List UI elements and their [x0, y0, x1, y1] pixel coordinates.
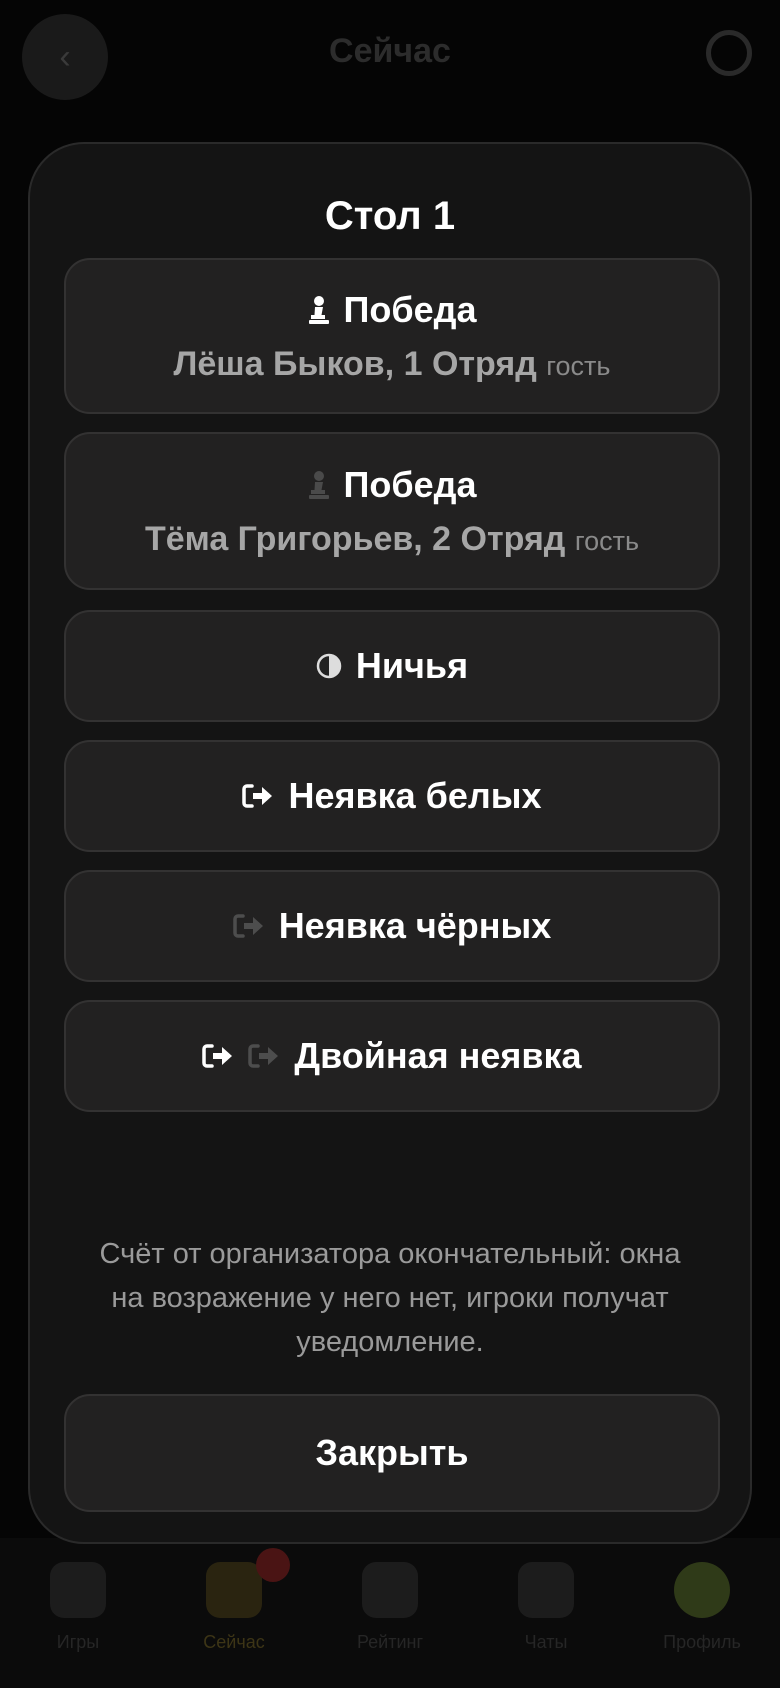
option-label: Победа [343, 288, 477, 330]
organizer-note: Счёт от организатора окончательный: окна… [99, 1238, 681, 1358]
screen: ‹ Сейчас Игры Сейчас Рейтинг Чаты Профил… [0, 0, 780, 1688]
option-header: Неявка белых [242, 775, 542, 817]
exit-white-icon [242, 783, 274, 809]
option-header: Неявка чёрных [232, 905, 552, 947]
option-header: Победа [308, 464, 477, 506]
nav-item-games: Игры [8, 1562, 148, 1653]
gear-icon [706, 30, 752, 76]
black-forfeit-button[interactable]: Неявка чёрных [64, 870, 720, 982]
double-forfeit-button[interactable]: Двойная неявка [64, 1000, 720, 1112]
result-modal: Стол 1 Победа Лёша Быков, 1 Отряд гость … [28, 142, 752, 1544]
nav-item-profile: Профиль [632, 1562, 772, 1653]
player-line: Лёша Быков, 1 Отряд гость [174, 345, 611, 384]
trophy-icon [362, 1562, 418, 1618]
player-name: Лёша Быков, 1 Отряд [173, 344, 537, 383]
option-label: Неявка белых [288, 775, 542, 816]
guest-tag: гость [546, 350, 611, 381]
white-win-button[interactable]: Победа Лёша Быков, 1 Отряд гость [64, 258, 720, 414]
nav-label: Профиль [663, 1632, 741, 1652]
nav-item-rating: Рейтинг [320, 1562, 460, 1653]
option-label: Победа [343, 463, 477, 505]
black-pawn-icon [308, 470, 330, 500]
player-name: Тёма Григорьев, 2 Отряд [144, 519, 566, 558]
modal-title: Стол 1 [324, 194, 456, 238]
nav-label: Сейчас [203, 1632, 265, 1652]
background-header: ‹ Сейчас [0, 0, 780, 110]
nav-label: Игры [56, 1632, 100, 1652]
double-exit-icon [202, 1043, 280, 1069]
pawn-icon [50, 1562, 106, 1618]
option-header: Победа [308, 289, 477, 331]
option-label: Двойная неявка [294, 1035, 582, 1076]
nav-label: Чаты [524, 1632, 568, 1652]
black-win-button[interactable]: Победа Тёма Григорьев, 2 Отряд гость [64, 432, 720, 590]
background-title: Сейчас [329, 32, 451, 70]
draw-button[interactable]: Ничья [64, 610, 720, 722]
player-line: Тёма Григорьев, 2 Отряд гость [145, 520, 639, 559]
guest-tag: гость [574, 525, 640, 556]
white-forfeit-button[interactable]: Неявка белых [64, 740, 720, 852]
option-label: Ничья [355, 645, 469, 686]
nav-label: Рейтинг [356, 1632, 424, 1652]
option-header: Двойная неявка [202, 1035, 582, 1077]
avatar [674, 1562, 730, 1618]
white-pawn-icon [308, 295, 330, 325]
chat-icon [518, 1562, 574, 1618]
background-bottom-nav: Игры Сейчас Рейтинг Чаты Профиль [0, 1538, 780, 1688]
option-header: Ничья [316, 645, 468, 687]
option-label: Неявка чёрных [278, 905, 552, 946]
clock-icon [206, 1562, 262, 1618]
half-circle-icon [316, 653, 342, 679]
close-button[interactable]: Закрыть [64, 1394, 720, 1512]
exit-dim-icon [232, 913, 265, 939]
nav-item-chats: Чаты [476, 1562, 616, 1653]
notification-badge [256, 1548, 290, 1582]
